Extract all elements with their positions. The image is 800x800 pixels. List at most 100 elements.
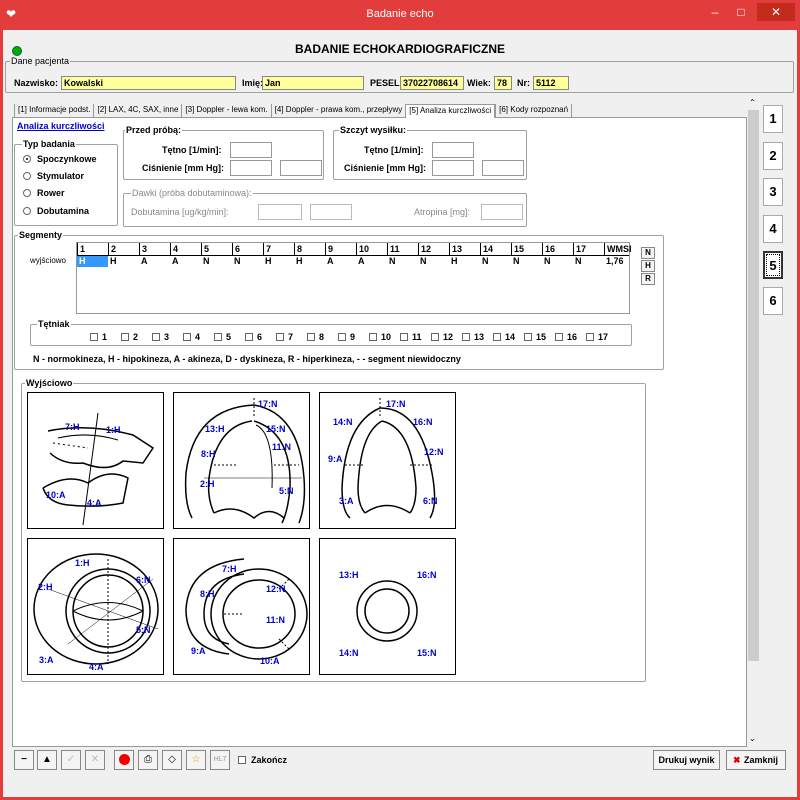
segments-cell[interactable]: H bbox=[108, 256, 139, 267]
set-r-button[interactable]: R bbox=[641, 273, 655, 285]
dobutamine-input-1[interactable] bbox=[258, 204, 302, 220]
aneurysm-checkbox[interactable] bbox=[214, 333, 222, 341]
aneurysm-checkbox-label: 16 bbox=[567, 332, 578, 342]
eraser-icon: ◇ bbox=[168, 754, 176, 765]
star-button[interactable]: ☆ bbox=[186, 750, 206, 770]
aneurysm-checkbox[interactable] bbox=[338, 333, 346, 341]
segments-cell[interactable]: H bbox=[77, 256, 108, 267]
side-tab-3[interactable]: 3 bbox=[763, 178, 783, 206]
scroll-up-icon[interactable]: ⌃ bbox=[749, 98, 756, 107]
segments-cell[interactable]: N bbox=[542, 256, 573, 267]
radio-resting[interactable] bbox=[23, 155, 31, 163]
up-arrow-button[interactable]: ▲ bbox=[37, 750, 57, 770]
before-pulse-input[interactable] bbox=[230, 142, 272, 158]
printer-button[interactable]: ⎙ bbox=[138, 750, 158, 770]
aneurysm-checkbox[interactable] bbox=[121, 333, 129, 341]
segments-cell[interactable]: H bbox=[294, 256, 325, 267]
tab-diagnosis-codes[interactable]: [6] Kody rozpoznań bbox=[495, 104, 573, 118]
aneurysm-checkbox[interactable] bbox=[276, 333, 284, 341]
aneurysm-checkbox[interactable] bbox=[90, 333, 98, 341]
segments-cell[interactable]: N bbox=[480, 256, 511, 267]
pesel-field[interactable]: 37022708614 bbox=[400, 76, 464, 90]
aneurysm-checkbox[interactable] bbox=[369, 333, 377, 341]
peak-label: Szczyt wysiłku: bbox=[339, 125, 408, 135]
side-tab-4[interactable]: 4 bbox=[763, 215, 783, 243]
nr-field[interactable]: 5112 bbox=[533, 76, 569, 90]
seg-label: 11:N bbox=[266, 615, 286, 625]
tab-lax[interactable]: [2] LAX, 4C, SAX, inne bbox=[93, 104, 181, 118]
peak-pressure-sys-input[interactable] bbox=[432, 160, 474, 176]
segments-cell[interactable]: N bbox=[418, 256, 449, 267]
record-button[interactable] bbox=[114, 750, 134, 770]
name-field[interactable]: Jan bbox=[262, 76, 364, 90]
segments-cell[interactable]: N bbox=[232, 256, 263, 267]
aneurysm-checkbox[interactable] bbox=[462, 333, 470, 341]
tab-doppler-right[interactable]: [4] Doppler - prawa kom., przepływy bbox=[270, 104, 406, 118]
segments-cell[interactable]: H bbox=[263, 256, 294, 267]
segments-column-header: 9 bbox=[325, 243, 356, 255]
minimize-button[interactable]: – bbox=[704, 3, 726, 21]
eraser-button[interactable]: ◇ bbox=[162, 750, 182, 770]
peak-pulse-input[interactable] bbox=[432, 142, 474, 158]
segments-cell[interactable]: 1,76 bbox=[604, 256, 635, 267]
side-tab-6[interactable]: 6 bbox=[763, 287, 783, 315]
segments-cell[interactable]: N bbox=[511, 256, 542, 267]
aneurysm-checkbox[interactable] bbox=[400, 333, 408, 341]
surname-field[interactable]: Kowalski bbox=[61, 76, 236, 90]
minus-button[interactable]: − bbox=[14, 750, 34, 770]
radio-dobutamine-label: Dobutamina bbox=[37, 206, 90, 216]
segments-cell[interactable]: N bbox=[201, 256, 232, 267]
aneurysm-checkbox[interactable] bbox=[493, 333, 501, 341]
check-button[interactable]: ✓ bbox=[61, 750, 81, 770]
segments-cell[interactable]: A bbox=[170, 256, 201, 267]
peak-pressure-dia-input[interactable] bbox=[482, 160, 524, 176]
aneurysm-checkbox[interactable] bbox=[431, 333, 439, 341]
scroll-down-icon[interactable]: ⌄ bbox=[749, 734, 756, 743]
set-h-button[interactable]: H bbox=[641, 260, 655, 272]
finish-checkbox[interactable] bbox=[238, 756, 246, 764]
segments-table[interactable]: 1 H 2 H 3 A 4 A 5 N 6 N 7 H 8 H 9 A 10 A 11 N 12 N 13 H 14 N 15 N 16 N 1… bbox=[76, 242, 632, 314]
radio-dobutamine[interactable] bbox=[23, 207, 31, 215]
before-pressure-sys-input[interactable] bbox=[230, 160, 272, 176]
aneurysm-checkbox-label: 8 bbox=[319, 332, 325, 342]
set-n-button[interactable]: N bbox=[641, 247, 655, 259]
aneurysm-checkbox[interactable] bbox=[307, 333, 315, 341]
aneurysm-checkbox[interactable] bbox=[555, 333, 563, 341]
atropine-input[interactable] bbox=[481, 204, 523, 220]
print-result-button[interactable]: Drukuj wynik bbox=[653, 750, 720, 770]
aneurysm-checkbox[interactable] bbox=[183, 333, 191, 341]
segments-cell[interactable]: N bbox=[573, 256, 604, 267]
close-window-button[interactable]: ✕ bbox=[757, 3, 795, 21]
side-tab-2[interactable]: 2 bbox=[763, 142, 783, 170]
scrollbar-thumb[interactable] bbox=[748, 110, 759, 661]
cancel-x-button[interactable]: ✕ bbox=[85, 750, 105, 770]
segments-column-header: 17 bbox=[573, 243, 604, 255]
before-pressure-dia-input[interactable] bbox=[280, 160, 322, 176]
segments-cell[interactable]: H bbox=[449, 256, 480, 267]
aneurysm-checkbox[interactable] bbox=[586, 333, 594, 341]
segments-cell[interactable]: A bbox=[325, 256, 356, 267]
aneurysm-checkbox[interactable] bbox=[152, 333, 160, 341]
seg-label: 12:N bbox=[424, 447, 444, 457]
segments-column-header: 6 bbox=[232, 243, 263, 255]
tab-contractility[interactable]: [5] Analiza kurczliwości bbox=[405, 104, 496, 118]
radio-bike[interactable] bbox=[23, 189, 31, 197]
maximize-button[interactable]: □ bbox=[730, 3, 752, 21]
segments-cell[interactable]: A bbox=[139, 256, 170, 267]
diagram-apical-4c: 17:N 13:H 15:N 11:N 8:H 2:H 5:N bbox=[173, 392, 310, 529]
radio-pacemaker[interactable] bbox=[23, 172, 31, 180]
side-tab-1[interactable]: 1 bbox=[763, 105, 783, 133]
hl7-button[interactable]: HL7 bbox=[210, 750, 230, 770]
title-bar[interactable]: ❤ Badanie echo – □ ✕ bbox=[0, 0, 800, 30]
segments-cell[interactable]: N bbox=[387, 256, 418, 267]
side-tab-5[interactable]: 5 bbox=[763, 251, 783, 279]
close-form-button[interactable]: ✖ Zamknij bbox=[726, 750, 786, 770]
age-field[interactable]: 78 bbox=[494, 76, 512, 90]
segments-cell[interactable]: A bbox=[356, 256, 387, 267]
tab-doppler-left[interactable]: [3] Doppler - lewa kom. bbox=[181, 104, 270, 118]
tab-info[interactable]: [1] Informacje podst. bbox=[14, 104, 93, 118]
section-link[interactable]: Analiza kurczliwości bbox=[17, 121, 105, 131]
aneurysm-checkbox[interactable] bbox=[524, 333, 532, 341]
dobutamine-input-2[interactable] bbox=[310, 204, 352, 220]
aneurysm-checkbox[interactable] bbox=[245, 333, 253, 341]
